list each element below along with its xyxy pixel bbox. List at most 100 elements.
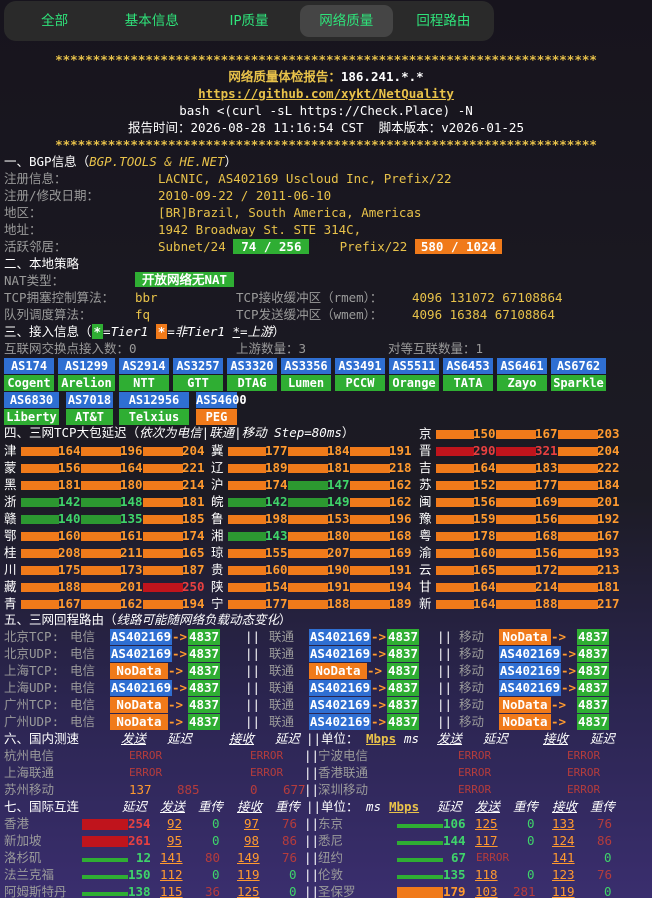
route-arrow: ->: [371, 680, 387, 695]
tab-network-quality[interactable]: 网络质量: [299, 5, 393, 37]
latency-value: 167: [597, 528, 620, 543]
repo-link[interactable]: https://github.com/xykt/NetQuality: [0, 86, 652, 102]
latency-value: 196: [120, 443, 143, 458]
upstream-count: 上游数量：3: [236, 341, 307, 356]
latency-bar: [288, 549, 328, 558]
as-number-tag: AS3491: [335, 358, 385, 374]
latency-bar: [496, 583, 536, 592]
as-name-tag: Zayo: [497, 375, 547, 391]
bgp-date-label: 注册/修改日期：: [4, 188, 100, 203]
latency-bar: [436, 498, 474, 507]
latency-bar: [350, 498, 390, 507]
route-dst: 4837: [188, 697, 220, 713]
intl-latency-bar: [397, 841, 443, 845]
route-as: AS402169: [110, 680, 172, 696]
route-carrier: 联通: [269, 697, 295, 712]
as-name-tag: PCCW: [335, 375, 385, 391]
latency-province: 沪: [211, 477, 224, 492]
latency-bar: [496, 549, 536, 558]
latency-value: 160: [265, 562, 288, 577]
latency-bar: [288, 498, 328, 507]
latency-bar: [558, 549, 598, 558]
latency-value: 177: [535, 477, 558, 492]
as-name-tag: Arelion: [58, 375, 115, 391]
latency-bar: [496, 600, 536, 609]
latency-province: 闽: [419, 494, 432, 509]
tier1-legend: =Tier1: [103, 324, 156, 339]
latency-province: 冀: [211, 443, 224, 458]
latency-value: 181: [58, 477, 81, 492]
route-carrier: 联通: [269, 663, 295, 678]
tab-basic-info[interactable]: 基本信息: [105, 5, 198, 37]
route-arrow: ->: [551, 697, 567, 712]
tab-ip-quality[interactable]: IP质量: [202, 5, 295, 37]
latency-bar: [350, 481, 390, 490]
latency-bar: [228, 498, 266, 507]
cc-label: TCP拥塞控制算法：: [4, 290, 115, 305]
route-dst: 4837: [188, 629, 220, 645]
intl-value: 141: [160, 850, 183, 865]
route-sep: ||: [437, 629, 453, 644]
latency-value: 207: [327, 545, 350, 560]
intl-value: 76: [282, 816, 298, 831]
domestic-sep: ||: [304, 765, 320, 780]
intl-value: 92: [167, 816, 183, 831]
tab-return-route[interactable]: 回程路由: [397, 5, 490, 37]
latency-province: 晋: [419, 443, 432, 458]
latency-bar: [143, 498, 183, 507]
latency-province: 甘: [419, 579, 432, 594]
latency-value: 221: [182, 460, 205, 475]
latency-value: 168: [535, 528, 558, 543]
qdisc-value: fq: [135, 307, 151, 322]
latency-bar: [436, 481, 474, 490]
domestic-col-head: 接收: [229, 731, 255, 746]
latency-bar: [496, 430, 536, 439]
latency-province: 青: [4, 596, 17, 611]
route-dst: 4837: [387, 646, 419, 662]
intl-city: 法兰克福: [4, 867, 55, 882]
route-dst: 4837: [188, 646, 220, 662]
latency-value: 143: [265, 528, 288, 543]
intl-sep: ||: [304, 833, 320, 848]
latency-value: 154: [265, 579, 288, 594]
script-version-value: v2026-01-25: [441, 120, 524, 135]
latency-bar: [288, 447, 328, 456]
as-number-tag: AS3356: [281, 358, 331, 374]
latency-bar: [496, 498, 536, 507]
latency-bar: [21, 498, 59, 507]
latency-province: 渝: [419, 545, 432, 560]
latency-bar: [350, 600, 390, 609]
latency-province: 津: [4, 443, 17, 458]
latency-bar: [436, 464, 474, 473]
route-sep: ||: [437, 697, 453, 712]
intl-city: 新加坡: [4, 833, 42, 848]
latency-province: 鄂: [4, 528, 17, 543]
intl-value: 95: [167, 833, 183, 848]
domestic-value: ERROR: [458, 749, 492, 762]
latency-bar: [81, 549, 121, 558]
latency-bar: [350, 464, 390, 473]
tab-all[interactable]: 全部: [8, 5, 101, 37]
route-as: NoData: [110, 697, 168, 713]
route-arrow: ->: [561, 680, 577, 695]
route-carrier: 移动: [459, 680, 485, 695]
latency-value: 177: [265, 443, 288, 458]
bgp-title: 一、BGP信息（: [4, 154, 90, 169]
latency-bar: [228, 515, 266, 524]
rmem-value: 4096 131072 67108864: [412, 290, 563, 305]
latency-section-title: 四、三网TCP大包延迟（依次为电信|联通|移动 Step=80ms）: [4, 425, 354, 441]
route-as: NoData: [499, 629, 551, 645]
latency-bar: [21, 464, 59, 473]
intl-latency-bar: [82, 892, 128, 896]
route-city: 北京UDP:: [4, 646, 60, 661]
subnet-label: Subnet/24: [158, 239, 226, 254]
intl-value: 98: [244, 833, 260, 848]
intl-value: 76: [282, 850, 298, 865]
latency-bar: [21, 481, 59, 490]
intl-latency-value: 254: [128, 816, 151, 831]
as-name-tag: TATA: [443, 375, 493, 391]
domestic-col-head: 延迟: [167, 731, 193, 746]
latency-value: 156: [535, 545, 558, 560]
latency-province: 吉: [419, 460, 432, 475]
latency-value: 185: [182, 511, 205, 526]
